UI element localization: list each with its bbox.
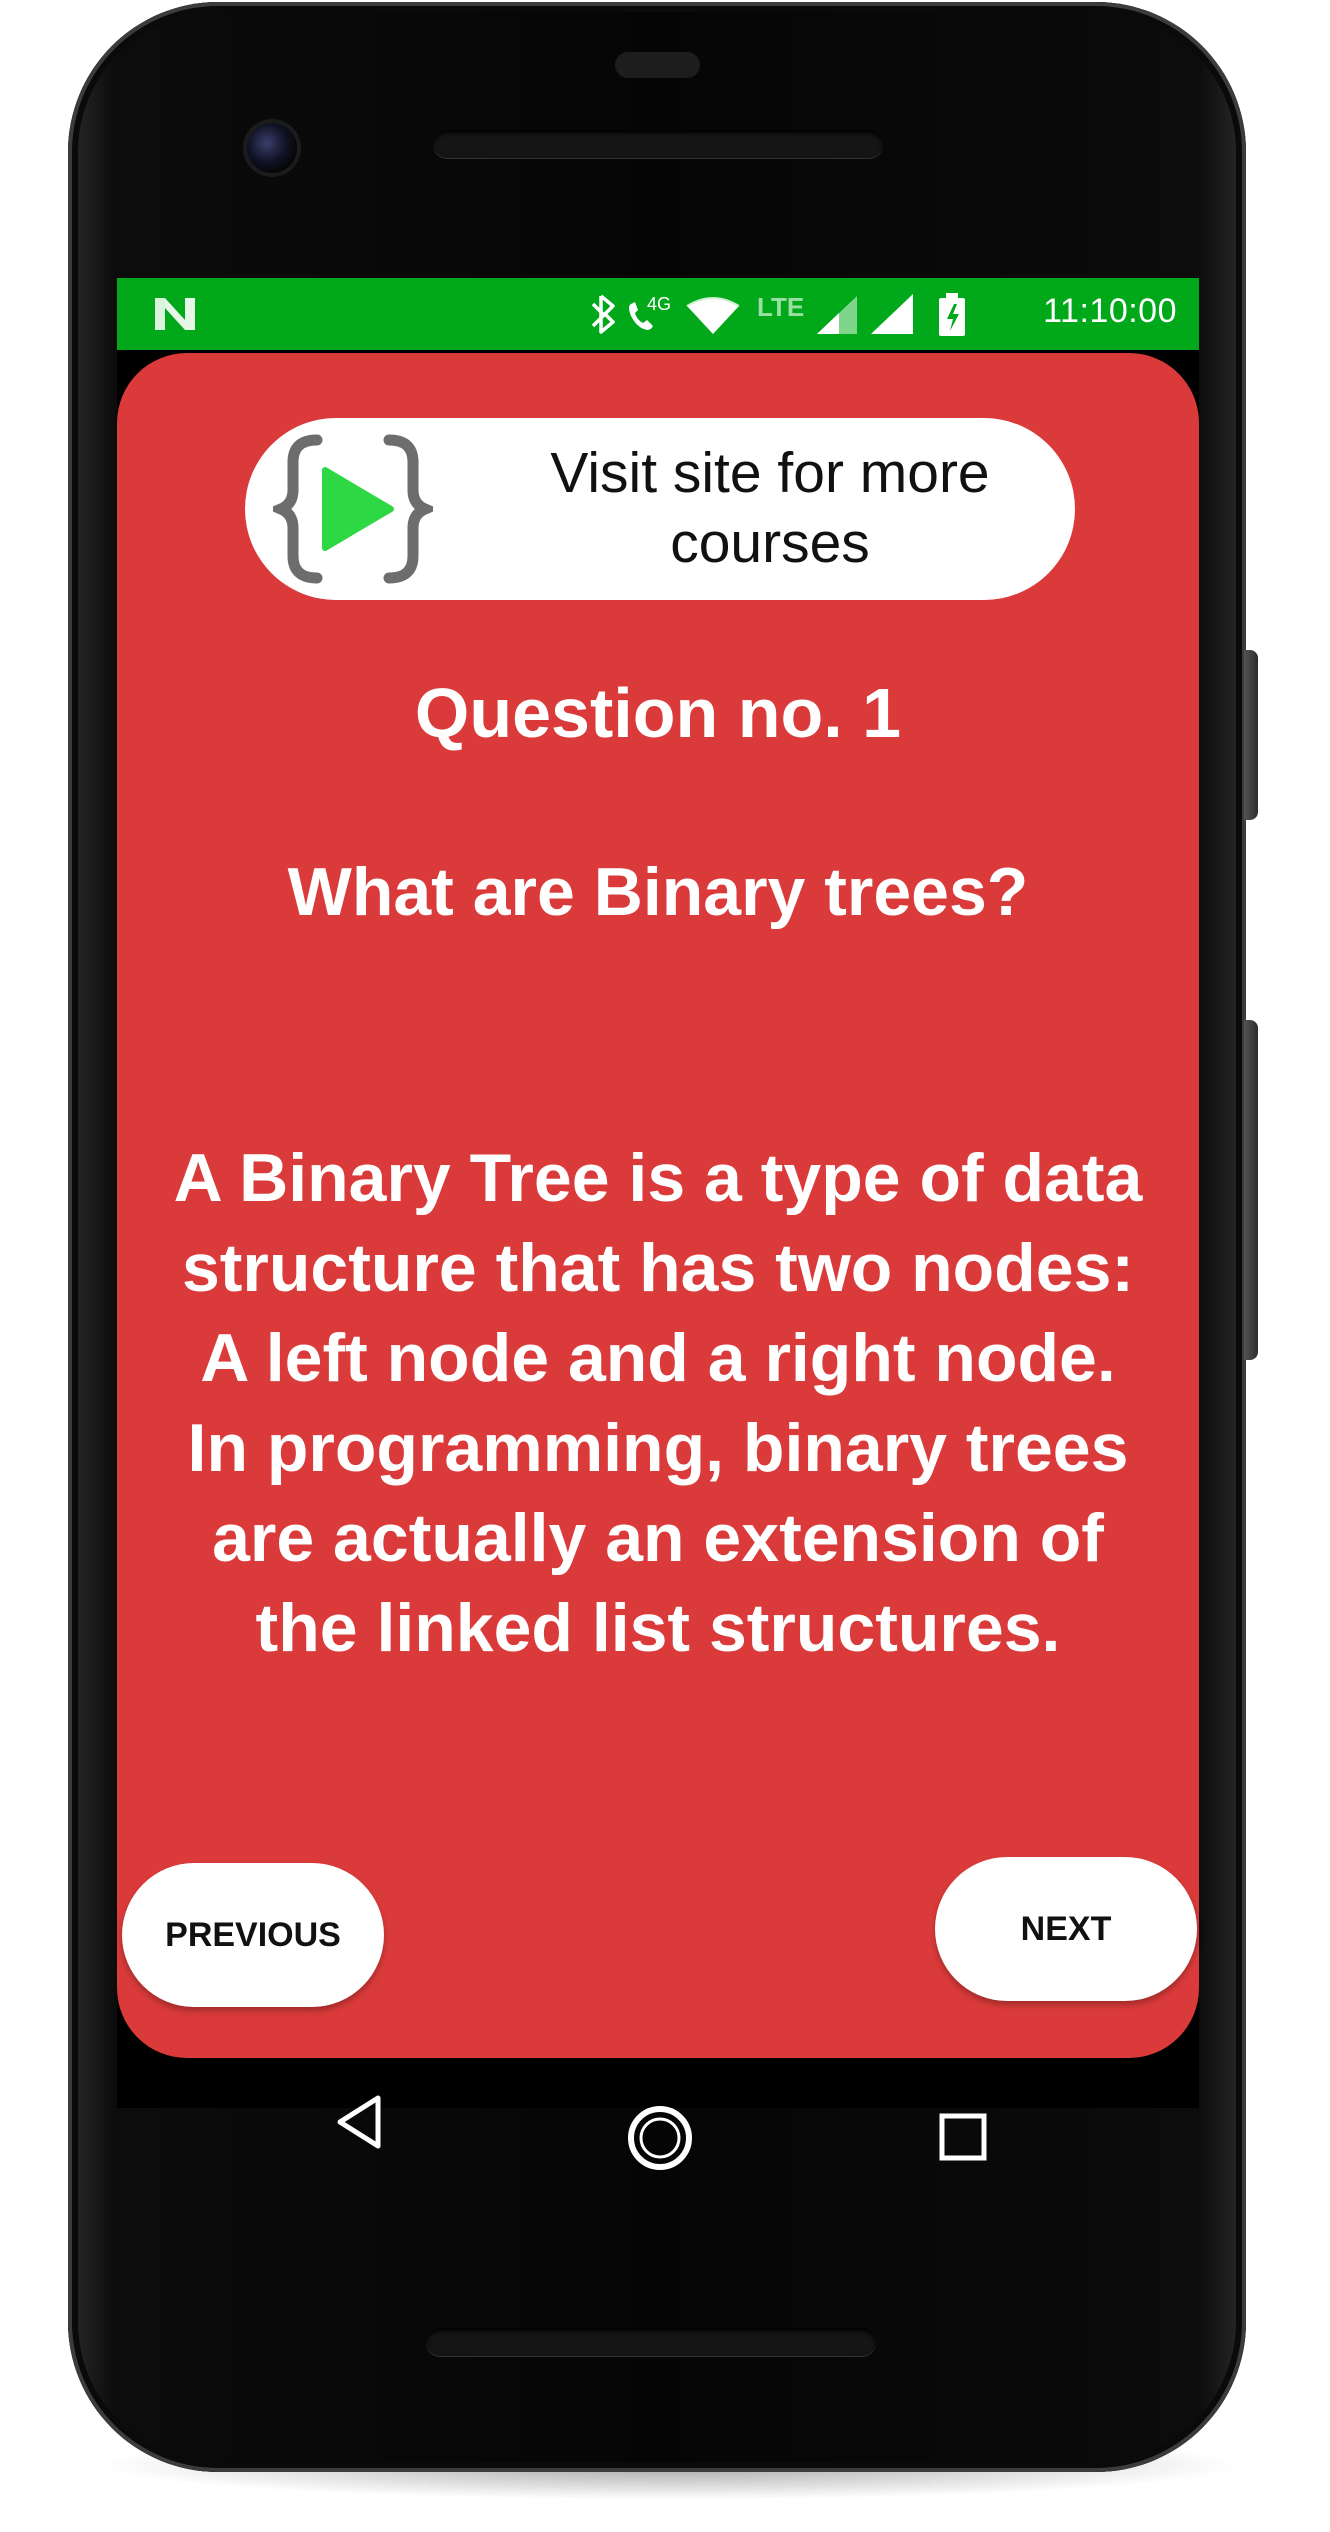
cell-signal-icon	[871, 294, 913, 334]
network-label: 4G	[647, 294, 671, 314]
screen: 4G LTE 11:10:00 Visit site for more cour…	[117, 278, 1199, 2108]
status-bar: 4G LTE 11:10:00	[117, 278, 1199, 350]
play-braces-logo-icon	[273, 434, 433, 584]
quiz-card: Visit site for more courses Question no.…	[117, 353, 1199, 2058]
lte-label: LTE	[757, 292, 804, 322]
volume-button	[1244, 1020, 1258, 1360]
bottom-speaker-grille	[426, 2328, 876, 2356]
status-icons: 4G LTE	[591, 292, 965, 336]
question-text: What are Binary trees?	[287, 854, 1029, 930]
answer-text: A Binary Tree is a type of data structur…	[173, 1140, 1143, 1666]
previous-button[interactable]: PREVIOUS	[122, 1863, 384, 2007]
top-speaker-grille	[433, 130, 883, 158]
visit-site-button[interactable]: Visit site for more courses	[245, 418, 1075, 600]
next-button[interactable]: NEXT	[935, 1857, 1197, 2001]
phone-4g-icon: 4G	[629, 294, 671, 330]
device-mockup: 4G LTE 11:10:00 Visit site for more cour…	[0, 0, 1330, 2532]
recents-square-icon[interactable]	[938, 2112, 988, 2162]
status-time: 11:10:00	[1043, 292, 1177, 330]
wifi-icon	[686, 297, 740, 334]
front-camera	[247, 123, 297, 173]
question-number: Question no. 1	[414, 674, 902, 752]
n-logo-icon	[155, 298, 195, 330]
sensor-slot	[615, 52, 700, 78]
visit-site-label: Visit site for more courses	[550, 441, 990, 575]
home-circle-icon[interactable]	[625, 2103, 695, 2173]
lte-signal-icon	[817, 296, 857, 334]
battery-charging-icon	[939, 293, 965, 336]
back-triangle-icon[interactable]	[334, 2092, 384, 2152]
power-button	[1244, 650, 1258, 820]
bluetooth-icon	[591, 294, 615, 334]
